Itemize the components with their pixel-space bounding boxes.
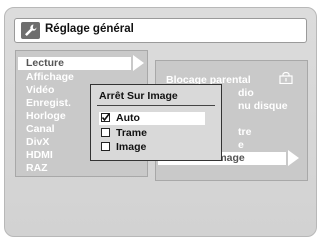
checkbox-icon[interactable] (101, 142, 110, 151)
menu-item-hdmi[interactable]: HDMI (26, 149, 53, 161)
menu-item-video[interactable]: Vidéo (26, 84, 54, 96)
popup-title: Arrêt Sur Image (99, 90, 178, 102)
checkbox-icon[interactable] (101, 128, 110, 137)
wrench-icon (21, 22, 40, 39)
menu-item-lecture[interactable]: Lecture (18, 57, 131, 70)
option-image[interactable]: Image (99, 141, 205, 154)
menu-item-horloge[interactable]: Horloge (26, 110, 66, 122)
chevron-right-icon (133, 55, 144, 71)
option-label: Trame (116, 127, 147, 139)
chevron-right-icon (288, 150, 299, 166)
page-title: Réglage général (45, 23, 134, 35)
sub-item-audio[interactable]: dio (238, 87, 254, 99)
popup-divider (97, 105, 215, 106)
lock-icon (279, 72, 293, 84)
menu-item-affichage[interactable]: Affichage (26, 71, 74, 83)
option-trame[interactable]: Trame (99, 127, 205, 140)
menu-item-canal[interactable]: Canal (26, 123, 55, 135)
checkbox-checked-icon[interactable] (101, 113, 110, 122)
sub-item-angle[interactable]: e (238, 139, 244, 151)
menu-item-divx[interactable]: DivX (26, 136, 49, 148)
title-bar: Réglage général (14, 18, 307, 43)
menu-item-enregist[interactable]: Enregist. (26, 97, 71, 109)
option-auto[interactable]: Auto (99, 112, 205, 125)
sub-item-sous-titre[interactable]: tre (238, 126, 251, 138)
menu-item-raz[interactable]: RAZ (26, 162, 48, 174)
option-label: Auto (116, 112, 140, 124)
option-label: Image (116, 141, 147, 153)
sub-item-menu-disque[interactable]: nu disque (238, 100, 288, 112)
settings-screen: Réglage général Lecture Affichage Vidéo … (4, 7, 317, 237)
freeze-frame-popup: Arrêt Sur Image Auto Trame Image (90, 84, 222, 161)
